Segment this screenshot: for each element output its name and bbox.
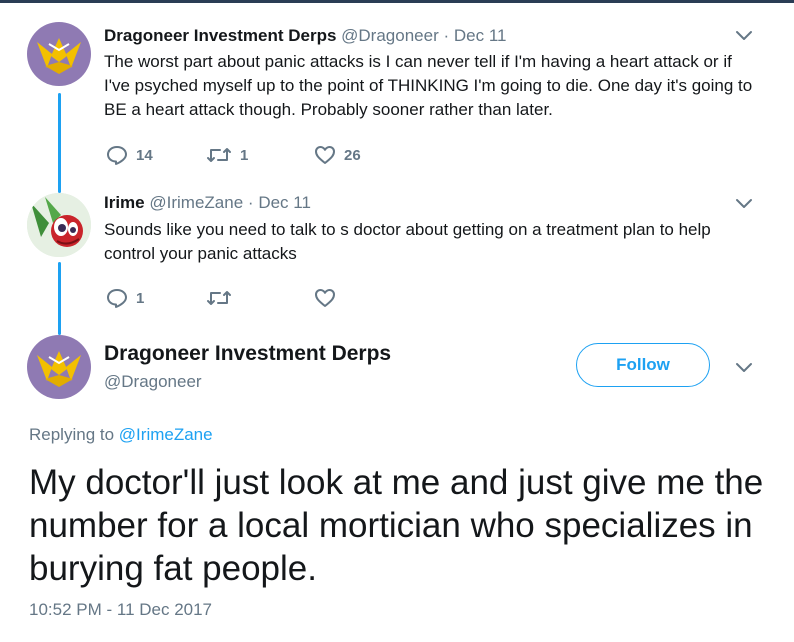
reply-count: 14 <box>136 146 153 164</box>
author-name[interactable]: Irime <box>104 193 145 212</box>
dragon-crest-icon <box>37 351 81 387</box>
replying-to-link[interactable]: @IrimeZane <box>119 425 213 444</box>
reply-icon <box>107 146 127 165</box>
retweet-icon <box>207 291 231 305</box>
separator-dot: · <box>247 193 254 212</box>
thread-line <box>58 262 61 335</box>
follow-button[interactable]: Follow <box>576 343 710 387</box>
top-border <box>0 0 794 3</box>
reply-icon <box>107 289 127 308</box>
chevron-down-icon[interactable] <box>734 360 754 374</box>
main-tweet-text: My doctor'll just look at me and just gi… <box>29 463 764 588</box>
reply-action[interactable]: 1 <box>106 288 144 308</box>
like-icon <box>315 289 335 307</box>
retweet-icon <box>207 148 231 162</box>
cartoon-avatar-icon <box>27 193 91 257</box>
like-action[interactable] <box>314 288 344 308</box>
dragon-crest-icon <box>37 38 81 74</box>
like-icon <box>315 146 335 164</box>
chevron-down-icon[interactable] <box>734 28 754 42</box>
chevron-down-icon[interactable] <box>734 196 754 210</box>
avatar[interactable] <box>27 335 91 399</box>
author-name[interactable]: Dragoneer Investment Derps <box>104 26 336 45</box>
tweet-text: The worst part about panic attacks is I … <box>104 52 753 119</box>
tweet-date[interactable]: Dec 11 <box>258 193 311 212</box>
avatar[interactable] <box>27 22 91 86</box>
tweet-header: Irime @IrimeZane · Dec 11 <box>104 193 311 213</box>
author-handle[interactable]: @Dragoneer <box>341 26 439 45</box>
reply-action[interactable]: 14 <box>106 145 153 165</box>
author-handle[interactable]: @Dragoneer <box>104 372 202 392</box>
separator-dot: · <box>443 26 450 45</box>
tweet-header: Dragoneer Investment Derps @Dragoneer · … <box>104 26 506 46</box>
like-count: 26 <box>344 146 361 164</box>
retweet-action[interactable] <box>206 288 240 308</box>
tweet-timestamp[interactable]: 10:52 PM - 11 Dec 2017 <box>29 600 212 620</box>
reply-count: 1 <box>136 289 145 307</box>
tweet-date[interactable]: Dec 11 <box>454 26 507 45</box>
author-name[interactable]: Dragoneer Investment Derps <box>104 342 391 366</box>
tweet-text: Sounds like you need to talk to s doctor… <box>104 220 711 263</box>
retweet-action[interactable]: 1 <box>206 145 248 165</box>
like-action[interactable]: 26 <box>314 145 361 165</box>
retweet-count: 1 <box>240 146 249 164</box>
replying-prefix: Replying to <box>29 425 115 444</box>
replying-to: Replying to @IrimeZane <box>29 425 213 445</box>
avatar[interactable] <box>27 193 91 257</box>
author-handle[interactable]: @IrimeZane <box>149 193 243 212</box>
thread-line <box>58 93 61 193</box>
